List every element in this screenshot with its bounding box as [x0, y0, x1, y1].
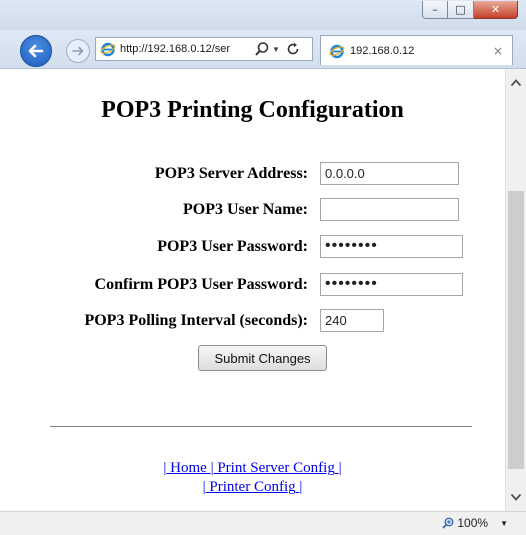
printer-config-link[interactable]: Printer Config	[209, 479, 295, 495]
server-address-input[interactable]: 0.0.0.0	[320, 162, 459, 185]
confirm-password-input[interactable]: ••••••••	[320, 273, 463, 296]
close-window-button[interactable]: ✕	[474, 1, 518, 19]
refresh-icon[interactable]	[286, 42, 300, 56]
user-name-label: POP3 User Name:	[183, 201, 308, 218]
footer-links-row-1: | Home | Print Server Config |	[0, 460, 505, 477]
page-title: POP3 Printing Configuration	[101, 97, 404, 123]
vertical-scrollbar[interactable]	[505, 69, 526, 511]
back-button[interactable]	[20, 35, 52, 67]
scroll-down-icon[interactable]	[510, 491, 522, 503]
close-icon[interactable]: ×	[490, 43, 506, 59]
user-password-input[interactable]: ••••••••	[320, 235, 463, 258]
home-link[interactable]: Home	[170, 460, 207, 476]
polling-interval-input[interactable]: 240	[320, 309, 384, 332]
submit-changes-button[interactable]: Submit Changes	[198, 345, 327, 371]
user-password-label: POP3 User Password:	[157, 238, 308, 255]
form-row-user-password: POP3 User Password: ••••••••	[0, 235, 505, 259]
form-row-polling-interval: POP3 Polling Interval (seconds): 240	[0, 309, 505, 333]
forward-arrow-icon	[72, 46, 84, 56]
zoom-level: 100%	[457, 516, 489, 530]
internet-explorer-icon	[329, 44, 345, 58]
tab-title: 192.168.0.12	[350, 44, 415, 57]
browser-window: – □ ✕ http://192.168.0.12/ser ▼ 192.168.…	[0, 0, 526, 535]
link-separator: |	[338, 460, 342, 476]
back-arrow-icon	[28, 44, 44, 58]
server-address-label: POP3 Server Address:	[154, 165, 308, 182]
form-row-confirm-password: Confirm POP3 User Password: ••••••••	[0, 273, 505, 297]
form-row-server-address: POP3 Server Address: 0.0.0.0	[0, 162, 505, 186]
window-controls: – □ ✕	[422, 1, 518, 19]
chevron-down-icon[interactable]: ▼	[500, 519, 508, 528]
minimize-button[interactable]: –	[422, 1, 448, 19]
address-bar[interactable]: http://192.168.0.12/ser ▼	[95, 37, 313, 61]
search-icon[interactable]	[254, 41, 270, 57]
footer-links-row-2: | Printer Config |	[0, 479, 505, 496]
user-name-input[interactable]	[320, 198, 459, 221]
scroll-up-icon[interactable]	[510, 77, 522, 89]
scrollbar-thumb[interactable]	[508, 191, 524, 469]
page-content: POP3 Printing Configuration POP3 Server …	[0, 69, 505, 511]
status-bar: 100% ▼	[0, 511, 526, 535]
divider	[50, 426, 472, 427]
link-separator: |	[299, 479, 303, 495]
print-server-config-link[interactable]: Print Server Config	[217, 460, 335, 476]
address-url[interactable]: http://192.168.0.12/ser	[120, 43, 248, 55]
form-row-user-name: POP3 User Name:	[0, 198, 505, 222]
tab-active[interactable]: 192.168.0.12 ×	[320, 35, 513, 65]
internet-explorer-icon	[100, 42, 116, 57]
navigation-bar: http://192.168.0.12/ser ▼ 192.168.0.12 ×	[0, 30, 526, 69]
confirm-password-label: Confirm POP3 User Password:	[94, 276, 308, 293]
zoom-control[interactable]: 100% ▼	[442, 516, 508, 530]
zoom-icon	[442, 517, 454, 529]
chevron-down-icon[interactable]: ▼	[272, 45, 280, 54]
title-bar: – □ ✕	[0, 0, 526, 30]
polling-interval-label: POP3 Polling Interval (seconds):	[84, 312, 308, 329]
forward-button[interactable]	[66, 39, 90, 63]
maximize-button[interactable]: □	[448, 1, 474, 19]
